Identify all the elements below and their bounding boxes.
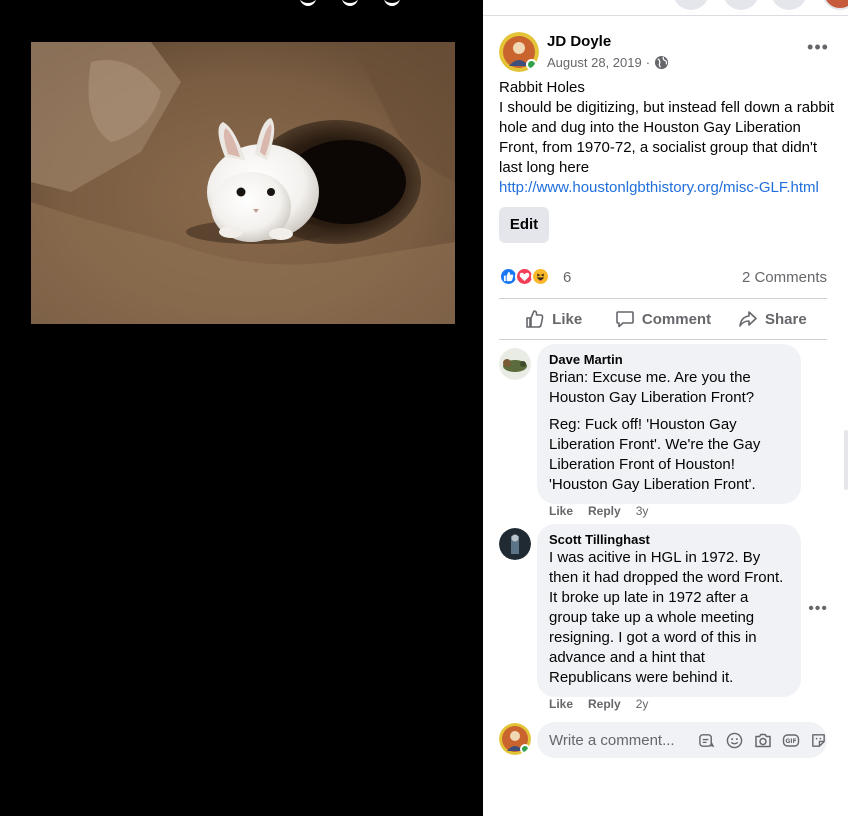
svg-text:GIF: GIF [785,738,796,745]
reaction-icons[interactable] [499,267,550,286]
author-name[interactable]: JD Doyle [547,33,611,50]
haha-reaction-icon [531,267,550,286]
comment-input[interactable] [549,731,689,749]
comment-icon [616,311,634,328]
viewer-toolbar [300,0,400,6]
edit-button[interactable]: Edit [499,207,549,243]
post-meta: August 28, 2019 · [547,55,669,70]
rabbit-photo [31,42,455,324]
like-button[interactable]: Like [499,299,608,339]
comment-text: Reg: Fuck off! 'Houston Gay Liberation F… [549,416,761,493]
commenter-avatar[interactable] [499,528,531,560]
more-horizontal-icon[interactable]: ••• [804,38,832,62]
notifications-icon[interactable] [771,0,807,10]
share-icon [739,311,757,327]
thumbs-up-icon [526,310,544,328]
menu-icon[interactable] [673,0,709,10]
zoom-out-icon[interactable] [300,0,316,6]
share-button[interactable]: Share [718,299,827,339]
share-label: Share [764,310,807,328]
like-label: Like [552,310,583,328]
comment-bubble: Scott Tillinghast I was acitive in HGL i… [537,524,801,697]
messenger-icon[interactable] [723,0,759,10]
gif-icon[interactable]: GIF [781,731,800,750]
comment-actions: Like Reply 2y [549,697,648,711]
top-nav-strip [483,0,848,16]
post-action-bar: Like Comment Share [499,298,827,340]
post-title: Rabbit Holes [499,79,585,96]
zoom-in-icon[interactable] [342,0,358,6]
commenter-name[interactable]: Scott Tillinghast [549,532,789,548]
comment-age[interactable]: 3y [636,504,649,518]
expand-icon[interactable] [384,0,400,6]
comment-text: I was acitive in HGL in 1972. By then it… [549,549,784,686]
post-date[interactable]: August 28, 2019 [547,55,642,70]
comment-age[interactable]: 2y [636,697,649,711]
comment-reply-link[interactable]: Reply [588,697,621,711]
globe-icon [654,55,669,70]
composer-avatar [499,723,531,755]
composer-tools: GIF [697,731,828,750]
comment-like-link[interactable]: Like [549,697,573,711]
comment-item: Scott Tillinghast I was acitive in HGL i… [499,524,829,714]
post-header: JD Doyle August 28, 2019 · ••• [499,32,832,74]
comment-count[interactable]: 2 Comments [742,269,827,286]
comment-composer: GIF [499,722,829,758]
commenter-avatar[interactable] [499,348,531,380]
online-status-icon [520,744,530,754]
account-avatar[interactable] [822,0,848,10]
post-text: I should be digitizing, but instead fell… [499,99,835,176]
reaction-count[interactable]: 6 [563,269,571,286]
comment-actions: Like Reply 3y [549,504,648,518]
online-status-icon [526,59,537,70]
photo-viewer [0,0,483,816]
post-panel: JD Doyle August 28, 2019 · ••• Rabbit Ho… [483,0,848,816]
camera-icon[interactable] [753,731,772,750]
comment-text: Brian: Excuse me. Are you the Houston Ga… [549,369,755,406]
comment-bubble: Dave Martin Brian: Excuse me. Are you th… [537,344,801,504]
meta-separator: · [645,55,651,70]
reactions-bar: 6 2 Comments [499,266,827,288]
post-link[interactable]: http://www.houstonlgbthistory.org/misc-G… [499,179,819,196]
post-photo[interactable] [31,42,455,324]
comment-label: Comment [641,310,712,328]
scrollbar[interactable] [844,430,848,490]
comment-more-icon[interactable]: ••• [808,600,828,618]
sticker-icon[interactable] [809,731,828,750]
comment-box[interactable]: GIF [537,722,827,758]
comment-like-link[interactable]: Like [549,504,573,518]
comment-item: Dave Martin Brian: Excuse me. Are you th… [499,344,829,524]
sticker-comment-icon[interactable] [697,731,716,750]
commenter-name[interactable]: Dave Martin [549,352,789,368]
post-body: Rabbit Holes I should be digitizing, but… [499,78,835,198]
comment-reply-link[interactable]: Reply [588,504,621,518]
comment-button[interactable]: Comment [608,299,717,339]
author-avatar[interactable] [499,32,539,72]
emoji-icon[interactable] [725,731,744,750]
